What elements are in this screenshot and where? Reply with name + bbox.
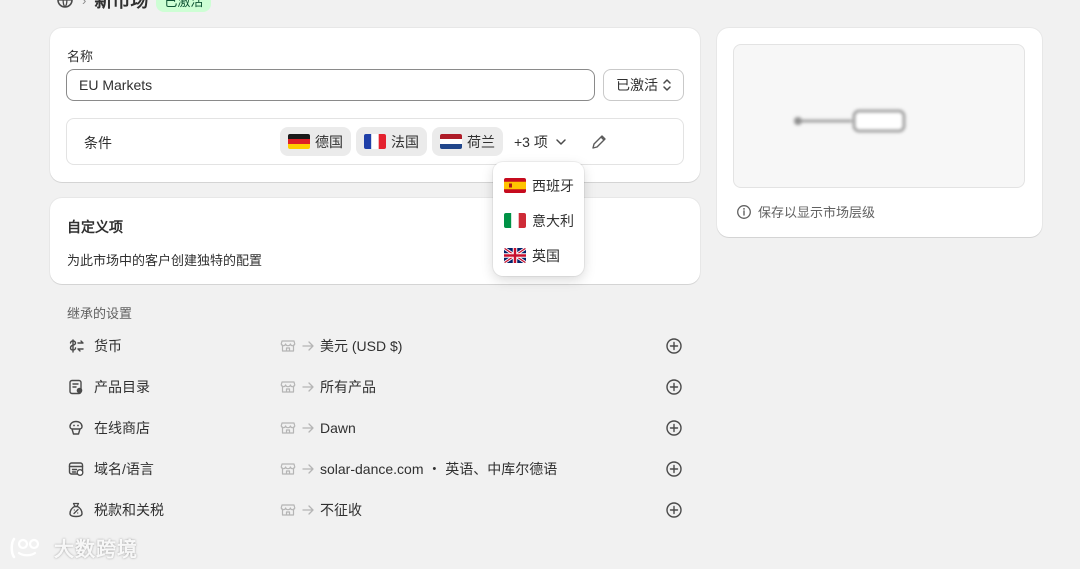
currency-exchange-icon: [67, 337, 85, 355]
more-countries-toggle[interactable]: +3 项: [508, 132, 573, 152]
setting-value: solar-dance.com ・ 英语、中库尔德语: [320, 461, 558, 477]
conditions-box: 条件 德国 法国 荷兰 +3 项: [66, 118, 684, 165]
setting-label: 产品目录: [94, 379, 150, 395]
chip-label: 荷兰: [467, 133, 495, 150]
dropdown-item-label: 英国: [532, 247, 560, 264]
dropdown-item-label: 意大利: [532, 212, 574, 229]
market-editor-page: › 新市场 已激活 名称 EU Markets 已激活 条件 德国 法国 荷兰 …: [0, 0, 1080, 569]
more-countries-label: +3 项: [514, 133, 548, 150]
france-flag-icon: [364, 134, 386, 149]
watermark-text: 大数跨境: [54, 539, 138, 561]
setting-label: 货币: [94, 338, 122, 354]
italy-flag-icon: [504, 213, 526, 228]
setting-row-online-store: 在线商店 Dawn: [67, 416, 683, 440]
inherited-settings-title: 继承的设置: [67, 306, 133, 321]
conditions-label: 条件: [84, 135, 112, 151]
hierarchy-preview: [733, 44, 1025, 188]
catalog-icon: [67, 378, 85, 396]
dropdown-item-label: 西班牙: [532, 177, 574, 194]
dropdown-item-italy[interactable]: 意大利: [493, 203, 584, 238]
store-icon: [280, 338, 296, 354]
setting-label: 在线商店: [94, 420, 150, 436]
customizations-card: 自定义项 为此市场中的客户创建独特的配置: [50, 198, 700, 284]
setting-row-currency: 货币 美元 (USD $): [67, 334, 683, 358]
chip-label: 法国: [391, 133, 419, 150]
add-circle-icon[interactable]: [665, 337, 683, 355]
customizations-title: 自定义项: [67, 219, 123, 235]
watermark-logo-icon: [8, 535, 48, 561]
tax-bag-icon: [67, 501, 85, 519]
name-label: 名称: [67, 49, 94, 64]
online-store-icon: [67, 419, 85, 437]
store-icon: [280, 461, 296, 477]
add-circle-icon[interactable]: [665, 460, 683, 478]
page-title: 新市场: [94, 0, 149, 11]
germany-flag-icon: [288, 134, 310, 149]
dropdown-item-uk[interactable]: 英国: [493, 238, 584, 273]
add-circle-icon[interactable]: [665, 501, 683, 519]
setting-value: 美元 (USD $): [320, 338, 403, 354]
market-details-card: 名称 EU Markets 已激活 条件 德国 法国 荷兰 +3 项: [50, 28, 700, 182]
add-circle-icon[interactable]: [665, 419, 683, 437]
market-hierarchy-card: 保存以显示市场层级: [717, 28, 1042, 237]
hierarchy-placeholder-icon: [794, 109, 906, 133]
arrow-right-icon: [300, 461, 316, 477]
status-badge: 已激活: [156, 0, 212, 12]
dropdown-item-spain[interactable]: 西班牙: [493, 168, 584, 203]
save-hint: 保存以显示市场层级: [736, 202, 875, 221]
netherlands-flag-icon: [440, 134, 462, 149]
spain-flag-icon: [504, 178, 526, 193]
domain-icon: [67, 460, 85, 478]
setting-row-catalog: 产品目录 所有产品: [67, 375, 683, 399]
watermark: 大数跨境: [8, 533, 138, 562]
market-name-value: EU Markets: [79, 77, 153, 93]
setting-value: Dawn: [320, 420, 356, 436]
breadcrumb-separator: ›: [82, 0, 87, 8]
arrow-right-icon: [300, 420, 316, 436]
add-circle-icon[interactable]: [665, 378, 683, 396]
page-header: › 新市场 已激活: [56, 0, 212, 12]
country-chips: 德国 法国 荷兰 +3 项: [280, 127, 608, 156]
market-name-input[interactable]: EU Markets: [66, 69, 595, 101]
chevron-down-icon: [555, 136, 567, 148]
arrow-right-icon: [300, 379, 316, 395]
status-select-value: 已激活: [616, 77, 658, 93]
select-chevron-icon: [661, 77, 673, 93]
customizations-description: 为此市场中的客户创建独特的配置: [67, 253, 263, 268]
more-countries-dropdown: 西班牙 意大利 英国: [493, 162, 584, 276]
country-chip-germany[interactable]: 德国: [280, 127, 351, 156]
setting-value: 不征收: [320, 502, 362, 518]
setting-row-domain: 域名/语言 solar-dance.com ・ 英语、中库尔德语: [67, 457, 683, 481]
arrow-right-icon: [300, 338, 316, 354]
store-icon: [280, 420, 296, 436]
arrow-right-icon: [300, 502, 316, 518]
status-select[interactable]: 已激活: [603, 69, 684, 101]
country-chip-netherlands[interactable]: 荷兰: [432, 127, 503, 156]
store-icon: [280, 379, 296, 395]
country-chip-france[interactable]: 法国: [356, 127, 427, 156]
setting-row-tax: 税款和关税 不征收: [67, 498, 683, 522]
markets-icon[interactable]: [56, 0, 74, 9]
store-icon: [280, 502, 296, 518]
edit-pencil-icon[interactable]: [590, 133, 608, 151]
uk-flag-icon: [504, 248, 526, 263]
setting-label: 域名/语言: [94, 461, 154, 477]
info-icon: [736, 204, 752, 220]
setting-value: 所有产品: [320, 379, 376, 395]
chip-label: 德国: [315, 133, 343, 150]
setting-label: 税款和关税: [94, 502, 164, 518]
save-hint-text: 保存以显示市场层级: [758, 205, 876, 220]
